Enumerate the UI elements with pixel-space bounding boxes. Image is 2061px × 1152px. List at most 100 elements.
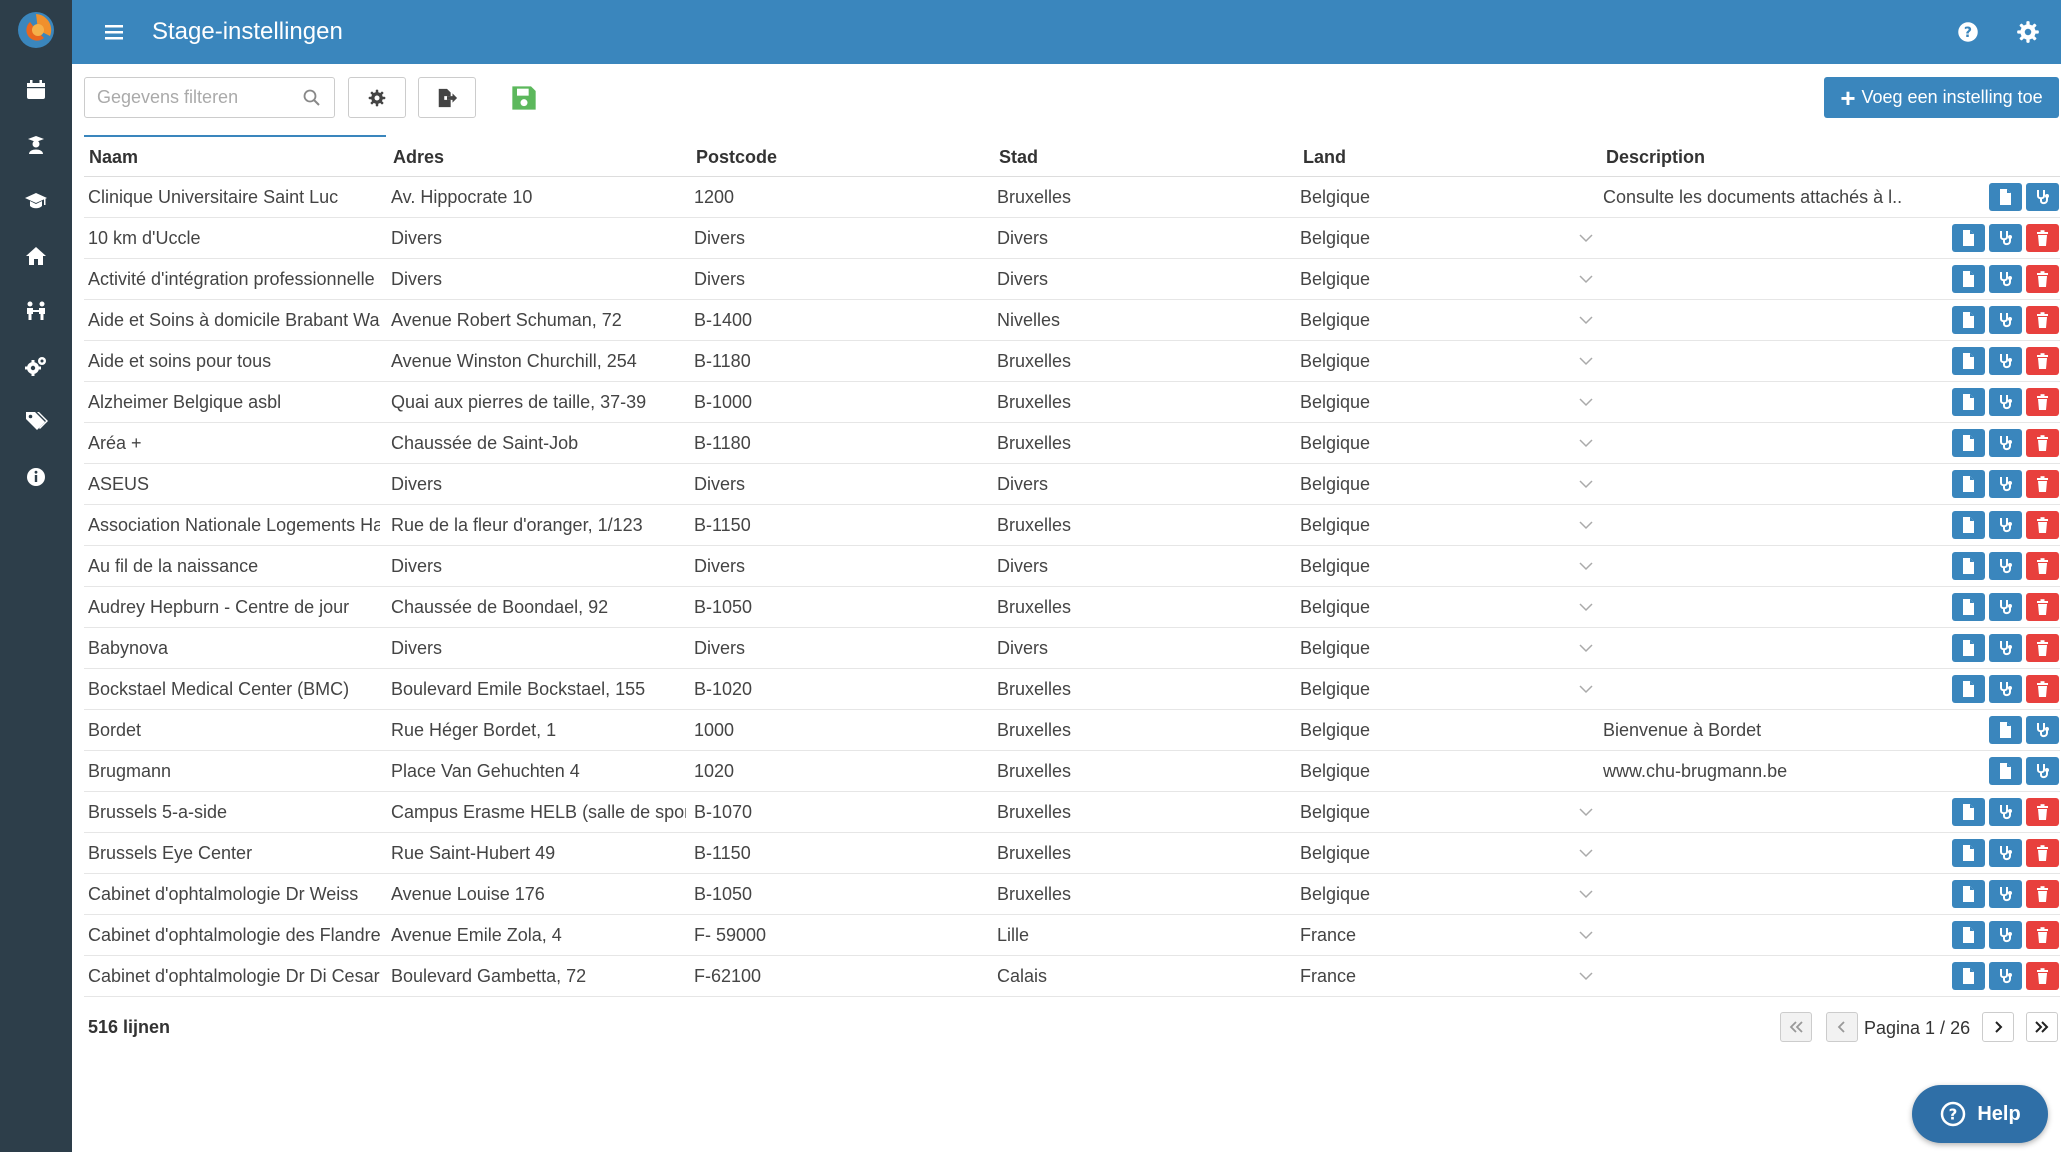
previous-page-button[interactable] <box>1826 1012 1858 1042</box>
table-row[interactable]: Babynova Divers Divers Divers Belgique <box>84 628 2060 669</box>
sidebar-item-info[interactable] <box>20 461 52 493</box>
table-row[interactable]: Aide et soins pour tous Avenue Winston Ch… <box>84 341 2060 382</box>
document-button[interactable] <box>1952 347 1985 375</box>
stethoscope-button[interactable] <box>1989 470 2022 498</box>
sidebar-item-people[interactable] <box>20 295 52 327</box>
table-row[interactable]: ASEUS Divers Divers Divers Belgique <box>84 464 2060 505</box>
chevron-down-icon[interactable] <box>1578 969 1594 983</box>
stethoscope-button[interactable] <box>1989 265 2022 293</box>
table-row[interactable]: Cabinet d'ophtalmologie Dr Di Cesare Boul… <box>84 956 2060 997</box>
table-row[interactable]: Audrey Hepburn - Centre de jour Chaussée … <box>84 587 2060 628</box>
question-circle-icon[interactable]: ? <box>1955 19 1981 45</box>
table-row[interactable]: Aréa + Chaussée de Saint-Job B-1180 Bruxell… <box>84 423 2060 464</box>
delete-button[interactable] <box>2026 347 2059 375</box>
stethoscope-button[interactable] <box>1989 224 2022 252</box>
document-button[interactable] <box>1952 224 1985 252</box>
chevron-down-icon[interactable] <box>1578 846 1594 860</box>
export-button[interactable] <box>418 77 476 118</box>
help-button[interactable]: ? Help <box>1912 1085 2048 1143</box>
table-row[interactable]: Brugmann Place Van Gehuchten 4 1020 Bruxell… <box>84 751 2060 792</box>
delete-button[interactable] <box>2026 306 2059 334</box>
document-button[interactable] <box>1989 716 2022 744</box>
chevron-down-icon[interactable] <box>1578 518 1594 532</box>
column-header-naam[interactable]: Naam <box>89 143 138 171</box>
sidebar-item-tags[interactable] <box>20 405 52 437</box>
search-icon[interactable] <box>302 88 322 108</box>
stethoscope-button[interactable] <box>1989 429 2022 457</box>
chevron-down-icon[interactable] <box>1578 231 1594 245</box>
document-button[interactable] <box>1952 388 1985 416</box>
stethoscope-button[interactable] <box>1989 675 2022 703</box>
delete-button[interactable] <box>2026 511 2059 539</box>
chevron-down-icon[interactable] <box>1578 682 1594 696</box>
filter-input[interactable] <box>97 78 287 117</box>
document-button[interactable] <box>1952 839 1985 867</box>
stethoscope-button[interactable] <box>1989 511 2022 539</box>
delete-button[interactable] <box>2026 470 2059 498</box>
chevron-down-icon[interactable] <box>1578 887 1594 901</box>
gear-icon[interactable] <box>2015 19 2041 45</box>
add-institution-button[interactable]: + Voeg een instelling toe <box>1824 77 2059 118</box>
delete-button[interactable] <box>2026 880 2059 908</box>
table-row[interactable]: Alzheimer Belgique asbl Quai aux pierres … <box>84 382 2060 423</box>
menu-icon[interactable] <box>102 20 126 44</box>
document-button[interactable] <box>1952 429 1985 457</box>
document-button[interactable] <box>1952 798 1985 826</box>
delete-button[interactable] <box>2026 675 2059 703</box>
stethoscope-button[interactable] <box>1989 798 2022 826</box>
chevron-down-icon[interactable] <box>1578 272 1594 286</box>
chevron-down-icon[interactable] <box>1578 641 1594 655</box>
chevron-down-icon[interactable] <box>1578 436 1594 450</box>
stethoscope-button[interactable] <box>1989 593 2022 621</box>
document-button[interactable] <box>1952 962 1985 990</box>
document-button[interactable] <box>1952 552 1985 580</box>
chevron-down-icon[interactable] <box>1578 477 1594 491</box>
table-row[interactable]: 10 km d'Uccle Divers Divers Divers Belgique <box>84 218 2060 259</box>
stethoscope-button[interactable] <box>1989 880 2022 908</box>
delete-button[interactable] <box>2026 593 2059 621</box>
chevron-down-icon[interactable] <box>1578 559 1594 573</box>
document-button[interactable] <box>1952 593 1985 621</box>
chevron-down-icon[interactable] <box>1578 354 1594 368</box>
stethoscope-button[interactable] <box>1989 347 2022 375</box>
column-header-land[interactable]: Land <box>1303 143 1346 171</box>
document-button[interactable] <box>1952 511 1985 539</box>
sidebar-item-home[interactable] <box>20 240 52 272</box>
stethoscope-button[interactable] <box>2026 183 2059 211</box>
chevron-down-icon[interactable] <box>1578 395 1594 409</box>
table-row[interactable]: Au fil de la naissance Divers Divers Divers… <box>84 546 2060 587</box>
document-button[interactable] <box>1952 675 1985 703</box>
table-row[interactable]: Association Nationale Logements Ha Rue de… <box>84 505 2060 546</box>
delete-button[interactable] <box>2026 921 2059 949</box>
sidebar-item-student[interactable] <box>20 129 52 161</box>
chevron-down-icon[interactable] <box>1578 600 1594 614</box>
delete-button[interactable] <box>2026 634 2059 662</box>
delete-button[interactable] <box>2026 962 2059 990</box>
table-row[interactable]: Brussels 5-a-side Campus Erasme HELB (sal… <box>84 792 2060 833</box>
sidebar-item-gears[interactable] <box>20 350 52 382</box>
table-row[interactable]: Clinique Universitaire Saint Luc Av. Hipp… <box>84 177 2060 218</box>
stethoscope-button[interactable] <box>1989 634 2022 662</box>
document-button[interactable] <box>1952 306 1985 334</box>
sidebar-item-graduation-cap[interactable] <box>20 185 52 217</box>
stethoscope-button[interactable] <box>1989 552 2022 580</box>
column-header-postcode[interactable]: Postcode <box>696 143 777 171</box>
delete-button[interactable] <box>2026 265 2059 293</box>
stethoscope-button[interactable] <box>2026 757 2059 785</box>
table-row[interactable]: Cabinet d'ophtalmologie Dr Weiss Avenue L… <box>84 874 2060 915</box>
delete-button[interactable] <box>2026 388 2059 416</box>
document-button[interactable] <box>1952 265 1985 293</box>
document-button[interactable] <box>1989 183 2022 211</box>
delete-button[interactable] <box>2026 839 2059 867</box>
stethoscope-button[interactable] <box>1989 962 2022 990</box>
chevron-down-icon[interactable] <box>1578 805 1594 819</box>
settings-button[interactable] <box>348 77 406 118</box>
stethoscope-button[interactable] <box>1989 306 2022 334</box>
save-icon[interactable] <box>510 84 538 112</box>
last-page-button[interactable] <box>2026 1012 2058 1042</box>
delete-button[interactable] <box>2026 798 2059 826</box>
column-header-stad[interactable]: Stad <box>999 143 1038 171</box>
table-row[interactable]: Bockstael Medical Center (BMC) Boulevard … <box>84 669 2060 710</box>
sidebar-item-calendar[interactable] <box>20 74 52 106</box>
document-button[interactable] <box>1989 757 2022 785</box>
